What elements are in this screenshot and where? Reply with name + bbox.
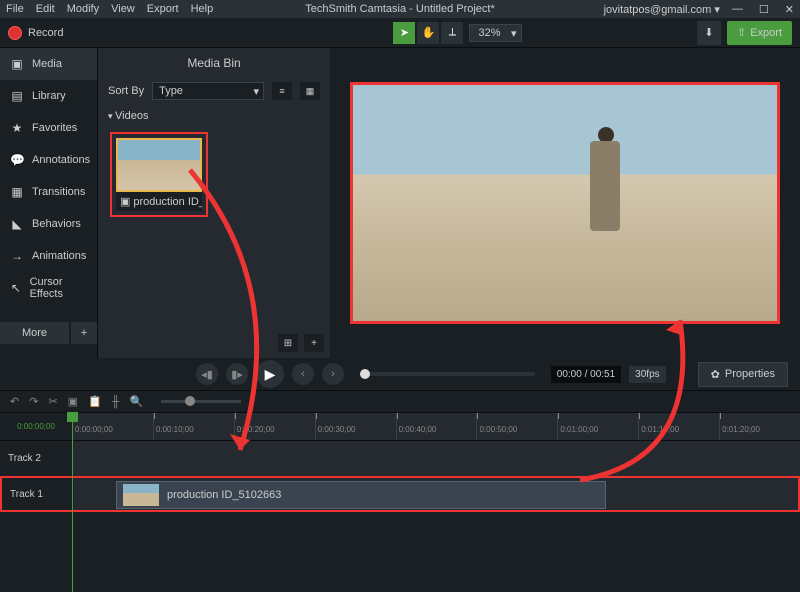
tab-transitions[interactable]: ▦Transitions — [0, 176, 97, 208]
track-2[interactable]: Track 2 — [0, 440, 800, 476]
redo-icon[interactable]: ↷ — [29, 395, 38, 408]
clip-thumbnail — [116, 138, 202, 192]
ruler-tick: 0:00:30;00 — [315, 413, 396, 440]
annotations-icon: 💬 — [10, 153, 24, 167]
category-videos[interactable]: Videos — [98, 104, 330, 128]
track-1-header[interactable]: Track 1 — [2, 478, 74, 510]
ruler-tick: 0:01:20;00 — [719, 413, 800, 440]
track-1[interactable]: Track 1 production ID_5102663 — [0, 476, 800, 512]
maximize-button[interactable]: ☐ — [759, 3, 769, 16]
cut-icon[interactable]: ✂ — [48, 395, 57, 408]
ruler-tick: 0:01:00;00 — [557, 413, 638, 440]
ruler-tick: 0:00:20;00 — [234, 413, 315, 440]
clip-thumb-icon — [123, 484, 159, 506]
seek-handle[interactable] — [360, 369, 370, 379]
step-forward-button[interactable]: › — [322, 363, 344, 385]
playhead[interactable] — [72, 412, 73, 592]
select-tool[interactable]: ➤ — [393, 22, 415, 44]
ruler-tick: 0:00:10;00 — [153, 413, 234, 440]
pan-tool[interactable]: ✋ — [417, 22, 439, 44]
view-grid-icon[interactable]: ▦ — [300, 82, 320, 100]
ruler-tick: 0:00:40;00 — [396, 413, 477, 440]
bin-add-icon[interactable]: + — [304, 334, 324, 352]
tab-cursor-effects[interactable]: ↖Cursor Effects — [0, 272, 97, 304]
paste-icon[interactable]: 📋 — [88, 395, 102, 408]
timeline-clip[interactable]: production ID_5102663 — [116, 481, 606, 509]
track-2-header[interactable]: Track 2 — [0, 441, 72, 476]
media-bin: Media Bin Sort By Type ≡ ▦ Videos ▣produ… — [98, 48, 330, 358]
window-title: TechSmith Camtasia - Untitled Project* — [305, 3, 495, 15]
ruler-tick: 0:00:00;00 — [72, 413, 153, 440]
step-back-button[interactable]: ‹ — [292, 363, 314, 385]
media-clip[interactable]: ▣production ID_510... — [110, 132, 208, 217]
gear-icon: ✿ — [711, 368, 720, 381]
crop-tool[interactable]: ⟂ — [441, 22, 463, 44]
menu-help[interactable]: Help — [191, 3, 214, 15]
tab-animations[interactable]: →Animations — [0, 240, 97, 272]
canvas-area — [330, 48, 800, 358]
seek-bar[interactable] — [360, 372, 535, 376]
sort-select[interactable]: Type — [152, 82, 264, 100]
sort-label: Sort By — [108, 85, 144, 97]
side-tabs: ▣Media ▤Library ★Favorites 💬Annotations … — [0, 48, 98, 358]
star-icon: ★ — [10, 121, 24, 135]
tab-favorites[interactable]: ★Favorites — [0, 112, 97, 144]
timeline-ruler[interactable]: 0:00:00;00 0:00:00;00 0:00:10;00 0:00:20… — [0, 412, 800, 440]
menu-view[interactable]: View — [111, 3, 135, 15]
close-button[interactable]: ✕ — [785, 3, 794, 16]
record-icon — [8, 26, 22, 40]
preview-canvas[interactable] — [350, 82, 780, 324]
ruler-start: 0:00:00;00 — [0, 413, 72, 440]
menu-file[interactable]: File — [6, 3, 24, 15]
ruler-tick: 0:01:10;00 — [638, 413, 719, 440]
bin-grid-icon[interactable]: ⊞ — [278, 334, 298, 352]
video-preview-content — [582, 127, 632, 257]
video-icon: ▣ — [120, 195, 130, 208]
share-icon: ⇧ — [737, 26, 746, 39]
animations-icon: → — [10, 249, 24, 263]
zoom-slider[interactable] — [161, 400, 241, 403]
playback-bar: ◂▮ ▮▸ ▶ ‹ › 00:00 / 00:51 30fps ✿Propert… — [0, 358, 800, 390]
next-frame-button[interactable]: ▮▸ — [226, 363, 248, 385]
behaviors-icon: ◣ — [10, 217, 24, 231]
user-menu[interactable]: jovitatpos@gmail.com ▾ — [604, 3, 720, 16]
view-list-icon[interactable]: ≡ — [272, 82, 292, 100]
menu-bar: File Edit Modify View Export Help TechSm… — [0, 0, 800, 18]
copy-icon[interactable]: ▣ — [68, 395, 78, 408]
media-icon: ▣ — [10, 57, 24, 71]
minimize-button[interactable]: — — [732, 3, 743, 16]
tab-library[interactable]: ▤Library — [0, 80, 97, 112]
main-toolbar: Record ➤ ✋ ⟂ 32% ⬇ ⇧ Export — [0, 18, 800, 48]
zoom-out-icon[interactable]: 🔍 — [130, 395, 144, 408]
transitions-icon: ▦ — [10, 185, 24, 199]
menu-edit[interactable]: Edit — [36, 3, 55, 15]
ruler-tick: 0:00:50;00 — [476, 413, 557, 440]
tab-media[interactable]: ▣Media — [0, 48, 97, 80]
split-icon[interactable]: ╫ — [112, 396, 120, 408]
add-button[interactable]: + — [71, 322, 97, 344]
zoom-select[interactable]: 32% — [469, 24, 521, 42]
cursor-icon: ↖ — [10, 281, 22, 295]
library-icon: ▤ — [10, 89, 24, 103]
timeline-toolbar: ↶ ↷ ✂ ▣ 📋 ╫ 🔍 — [0, 390, 800, 412]
prev-frame-button[interactable]: ◂▮ — [196, 363, 218, 385]
tab-annotations[interactable]: 💬Annotations — [0, 144, 97, 176]
export-button[interactable]: ⇧ Export — [727, 21, 792, 45]
download-button[interactable]: ⬇ — [697, 21, 721, 45]
fps-display[interactable]: 30fps — [629, 366, 665, 383]
play-button[interactable]: ▶ — [256, 360, 284, 388]
bin-title: Media Bin — [98, 48, 330, 78]
record-button[interactable]: Record — [8, 26, 63, 40]
time-display: 00:00 / 00:51 — [551, 366, 621, 383]
more-button[interactable]: More — [0, 322, 69, 344]
undo-icon[interactable]: ↶ — [10, 395, 19, 408]
menu-export[interactable]: Export — [147, 3, 179, 15]
properties-button[interactable]: ✿Properties — [698, 362, 788, 387]
menu-modify[interactable]: Modify — [67, 3, 99, 15]
tab-behaviors[interactable]: ◣Behaviors — [0, 208, 97, 240]
